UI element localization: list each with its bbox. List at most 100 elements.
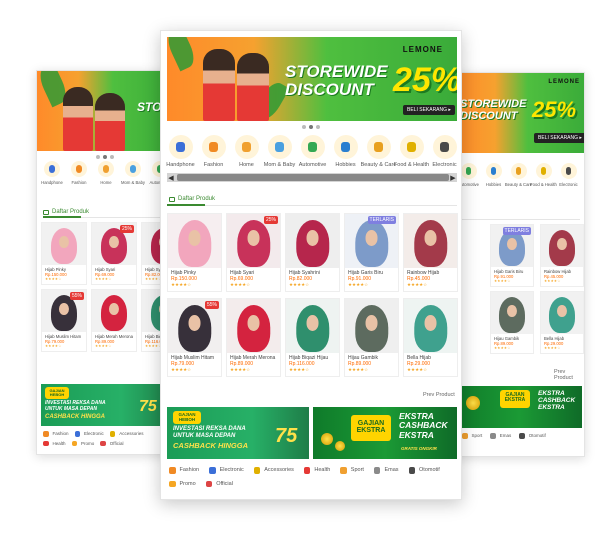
baby-icon <box>267 135 292 159</box>
product-card[interactable]: 25% Hijab Syari Rp.69.000 ★★★★☆ <box>91 222 137 285</box>
product-image[interactable] <box>227 299 280 353</box>
right-banner[interactable]: LEMONE STOREWIDE DISCOUNT 25% BELI SEKARA… <box>456 73 584 153</box>
see-more-link[interactable]: Prev Product <box>554 369 584 381</box>
product-card[interactable]: Hijab Pinky Rp.150.000 ★★★★☆ <box>167 213 222 292</box>
product-card[interactable]: Bella Hijab Rp.29.000 ★★★★☆ <box>403 298 458 377</box>
category-item[interactable]: Mom & Baby <box>264 135 295 168</box>
category-label: Hobbies <box>485 182 502 187</box>
product-image[interactable] <box>541 225 583 267</box>
shop-now-button[interactable]: BELI SEKARANG ▸ <box>534 133 584 143</box>
product-image[interactable] <box>404 299 457 353</box>
product-card[interactable]: 55% Hijab Muslim Hitam Rp.79.000 ★★★★☆ <box>41 289 87 352</box>
promo-free-shipping: GRATIS ONGKIR <box>401 446 437 451</box>
product-card[interactable]: 55% Hijab Muslim Hitam Rp.79.000 ★★★★☆ <box>167 298 222 377</box>
category-item[interactable]: Handphone <box>41 161 63 185</box>
tag-sport[interactable]: Sport <box>340 467 364 474</box>
right-preview-panel: LEMONE STOREWIDE DISCOUNT 25% BELI SEKARA… <box>455 72 585 457</box>
tag-promo[interactable]: Promo <box>71 440 94 446</box>
product-card[interactable]: Hijau Gambik Rp.89.000 ★★★★☆ <box>490 291 534 354</box>
category-item[interactable]: Beauty & Care <box>505 163 532 187</box>
product-image[interactable]: 25% <box>92 223 136 265</box>
see-more-link[interactable]: Prev Product <box>423 392 455 398</box>
product-image[interactable]: 55% <box>168 299 221 353</box>
gajian-promo-banner[interactable]: GAJIAN EKSTRA EKSTRA CASHBACK EKSTRA GRATIS… <box>313 407 457 459</box>
product-image[interactable]: 55% <box>42 290 86 332</box>
tag-emas[interactable]: Emas <box>490 433 511 439</box>
product-card[interactable]: Rainbow Hijab Rp.45.000 ★★★★☆ <box>540 224 584 287</box>
product-card[interactable]: Hijab Pinky Rp.150.000 ★★★★☆ <box>41 222 87 285</box>
left-banner[interactable]: STORE <box>37 71 173 151</box>
scroll-left-icon[interactable]: ◀ <box>167 173 175 182</box>
left-promo-banner[interactable]: GAJIAN HEBOH INVESTASI REKSA DANA UNTUK MA… <box>41 384 173 426</box>
carousel-dots[interactable] <box>161 125 461 129</box>
right-promo-banner[interactable]: GAJIAN EKSTRA EKSTRA CASHBACK EKSTRA <box>456 386 582 428</box>
category-item[interactable]: Handphone <box>166 135 195 168</box>
scroll-right-icon[interactable]: ▶ <box>449 173 457 182</box>
tag-official[interactable]: Official <box>100 440 123 446</box>
tag-icon <box>340 467 347 474</box>
product-image[interactable] <box>168 214 221 268</box>
product-image[interactable] <box>42 223 86 265</box>
hero-banner[interactable]: LEMONE STOREWIDE DISCOUNT 25% BELI SEKARA… <box>167 37 457 121</box>
category-item[interactable]: Fashion <box>68 161 90 185</box>
category-item[interactable]: Fashion <box>200 135 227 168</box>
category-item[interactable]: Food & Health <box>394 135 429 168</box>
product-card[interactable]: 25% Hijab Syari Rp.69.000 ★★★★☆ <box>226 213 281 292</box>
category-item[interactable]: Hobbies <box>332 135 359 168</box>
rating-stars: ★★★★☆ <box>348 282 369 287</box>
carousel-dots[interactable] <box>37 155 173 159</box>
product-card[interactable]: Rainbow Hijab Rp.45.000 ★★★★☆ <box>403 213 458 292</box>
product-image[interactable] <box>92 290 136 332</box>
product-card[interactable]: Bella Hijab Rp.29.000 ★★★★☆ <box>540 291 584 354</box>
tag-accessories[interactable]: Accessories <box>253 467 294 474</box>
tag-fashion[interactable]: Fashion <box>169 467 199 474</box>
tag-electronic[interactable]: Electronic <box>74 431 104 437</box>
model-face <box>306 230 319 247</box>
category-item[interactable]: Hobbies <box>483 163 504 187</box>
invest-promo-banner[interactable]: GAJIAN HEBOH INVESTASI REKSA DANA UNTUK MA… <box>167 407 309 459</box>
category-item[interactable]: Home <box>95 161 117 185</box>
category-scrollbar[interactable]: ◀ ▶ <box>167 173 457 182</box>
tag-otomotif[interactable]: Otomotif <box>408 467 440 474</box>
product-image[interactable] <box>541 292 583 334</box>
category-item[interactable]: Beauty & Care <box>361 135 396 168</box>
tag-label: Sport <box>471 433 483 439</box>
tag-health[interactable]: Health <box>43 440 66 446</box>
tag-otomotif[interactable]: Otomotif <box>519 433 546 439</box>
product-image[interactable]: TERLARIS <box>345 214 398 268</box>
product-card[interactable]: Hijab Merah Merona Rp.89.000 ★★★★☆ <box>91 289 137 352</box>
product-card[interactable]: Hijau Gambik Rp.89.000 ★★★★☆ <box>344 298 399 377</box>
tag-official[interactable]: Official <box>205 480 233 487</box>
product-card[interactable]: TERLARIS Hijab Garis Biru Rp.91.000 ★★★★☆ <box>344 213 399 292</box>
product-image[interactable]: 25% <box>227 214 280 268</box>
product-image[interactable] <box>491 292 533 334</box>
tag-emas[interactable]: Emas <box>373 467 399 474</box>
model-face <box>365 230 378 247</box>
product-image[interactable]: TERLARIS <box>491 225 533 267</box>
category-label: Home <box>239 162 254 168</box>
scrollbar-thumb[interactable] <box>177 174 449 181</box>
product-card[interactable]: TERLARIS Hijab Garis Biru Rp.91.000 ★★★★☆ <box>490 224 534 287</box>
category-item[interactable]: Electronic <box>558 163 579 187</box>
product-card[interactable]: Hijab Merah Merona Rp.89.000 ★★★★☆ <box>226 298 281 377</box>
product-image[interactable] <box>404 214 457 268</box>
category-item[interactable]: Mom & Baby <box>121 161 145 185</box>
tag-icon <box>462 433 468 439</box>
product-card[interactable]: Hijab Syahrini Rp.82.000 ★★★★☆ <box>285 213 340 292</box>
tag-health[interactable]: Health <box>303 467 330 474</box>
category-item[interactable]: Electronic <box>431 135 458 168</box>
tag-fashion[interactable]: Fashion <box>43 431 69 437</box>
category-item[interactable]: Food & Health <box>530 163 557 187</box>
product-image[interactable] <box>345 299 398 353</box>
tag-promo[interactable]: Promo <box>169 480 196 487</box>
tag-sport[interactable]: Sport <box>462 433 482 439</box>
product-card[interactable]: Hijab Biqazi Hijau Rp.116.000 ★★★★☆ <box>285 298 340 377</box>
left-tag-list: Fashion Electronic Accessories Health Promo O… <box>43 431 171 446</box>
shop-now-button[interactable]: BELI SEKARANG ▸ <box>403 105 455 115</box>
tag-electronic[interactable]: Electronic <box>209 467 244 474</box>
tag-accessories[interactable]: Accessories <box>109 431 144 437</box>
category-item[interactable]: Automotive <box>299 135 326 168</box>
category-item[interactable]: Home <box>233 135 260 168</box>
product-image[interactable] <box>286 299 339 353</box>
product-image[interactable] <box>286 214 339 268</box>
